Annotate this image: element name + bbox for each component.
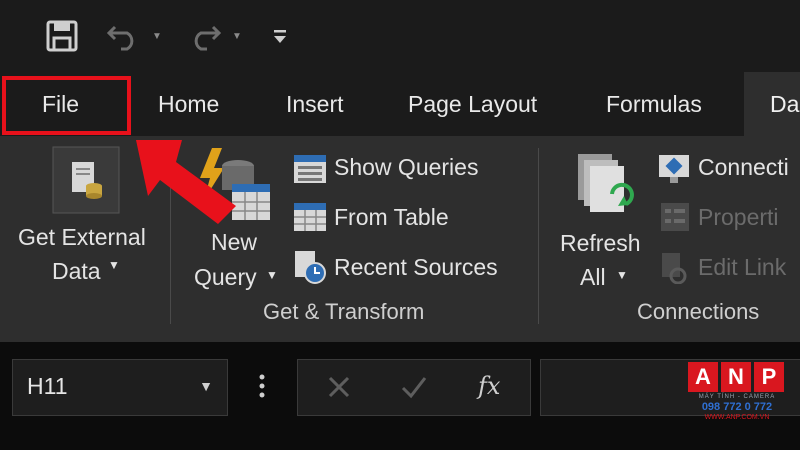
logo-phone: 098 772 0 772: [701, 401, 773, 413]
logo-letter-a: A: [688, 362, 718, 392]
logo-letter-p: P: [754, 362, 784, 392]
logo-subtitle: MÁY TÍNH - CAMERA: [698, 394, 776, 400]
logo-letter-n: N: [721, 362, 751, 392]
logo-url: WWW.ANP.COM.VN: [704, 414, 770, 421]
anp-logo: A N P MÁY TÍNH - CAMERA 098 772 0 772 WW…: [688, 362, 786, 434]
red-arrow-annotation: [136, 140, 236, 224]
